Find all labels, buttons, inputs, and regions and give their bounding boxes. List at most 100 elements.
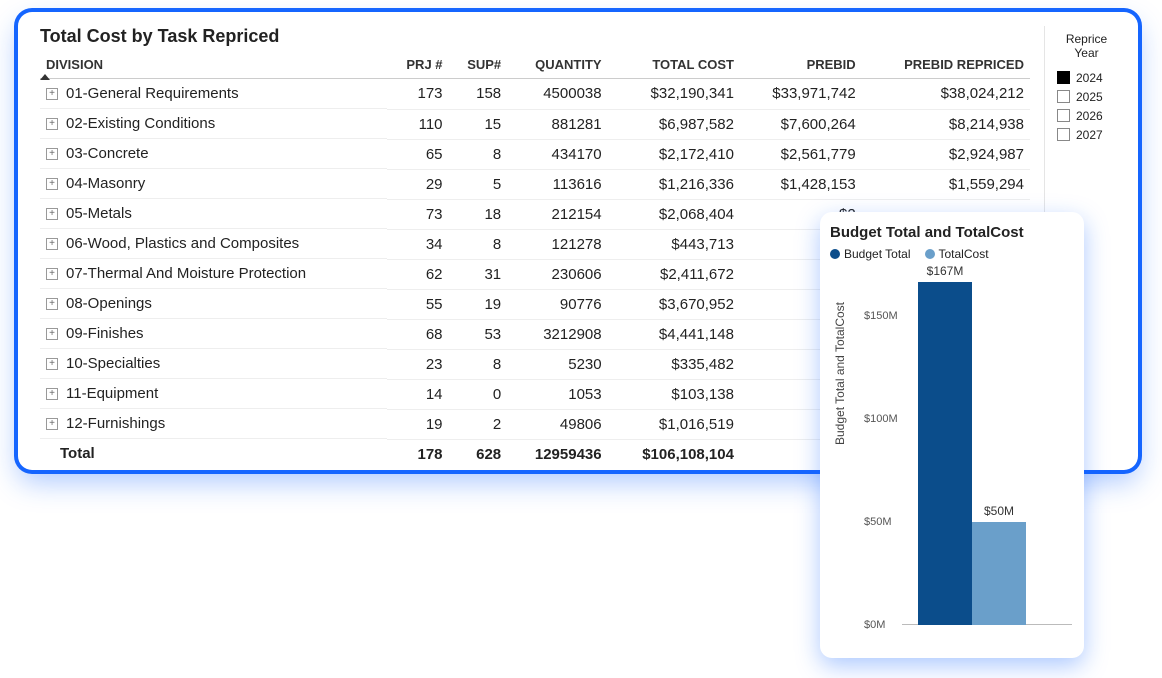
cell-prebid-repriced: $2,924,987	[862, 139, 1030, 169]
cell-prj: 173	[387, 79, 448, 110]
panel-title: Total Cost by Task Repriced	[40, 26, 1030, 47]
cell-prebid-repriced: $1,559,294	[862, 169, 1030, 199]
table-header-row: DIVISION PRJ # SUP# QUANTITY TOTAL COST …	[40, 53, 1030, 79]
cell-sup: 2	[449, 409, 508, 439]
cell-quantity: 1053	[507, 379, 607, 409]
checkbox-icon	[1057, 90, 1070, 103]
cell-sup: 0	[449, 379, 508, 409]
bar-label: $167M	[927, 264, 964, 278]
bar-budget-total[interactable]: $167M	[918, 282, 972, 625]
year-label: 2024	[1076, 71, 1103, 85]
year-label: 2025	[1076, 90, 1103, 104]
cell-quantity: 121278	[507, 229, 607, 259]
y-axis-label: Budget Total and TotalCost	[833, 302, 847, 445]
expand-icon[interactable]: +	[46, 178, 58, 190]
cell-total-cost: $2,172,410	[608, 139, 740, 169]
cell-quantity: 881281	[507, 109, 607, 139]
division-label: 02-Existing Conditions	[66, 115, 215, 132]
bar-label: $50M	[984, 504, 1014, 518]
reprice-year-option[interactable]: 2027	[1057, 128, 1116, 142]
bars-group: $167M $50M	[918, 265, 1026, 625]
cell-quantity: 212154	[507, 199, 607, 229]
cell-prebid: $7,600,264	[740, 109, 862, 139]
col-division[interactable]: DIVISION	[40, 53, 387, 79]
division-label: 06-Wood, Plastics and Composites	[66, 235, 299, 252]
reprice-year-option[interactable]: 2025	[1057, 90, 1116, 104]
cell-prj: 73	[387, 199, 448, 229]
y-tick: $150M	[864, 310, 898, 322]
expand-icon[interactable]: +	[46, 238, 58, 250]
cell-prebid-repriced: $38,024,212	[862, 79, 1030, 110]
expand-icon[interactable]: +	[46, 418, 58, 430]
division-label: 10-Specialties	[66, 355, 160, 372]
cell-prj: 14	[387, 379, 448, 409]
reprice-year-option[interactable]: 2026	[1057, 109, 1116, 123]
cell-quantity: 90776	[507, 289, 607, 319]
expand-icon[interactable]: +	[46, 148, 58, 160]
table-row[interactable]: +04-Masonry295113616$1,216,336$1,428,153…	[40, 169, 1030, 199]
cell-prj: 68	[387, 319, 448, 349]
bar-totalcost[interactable]: $50M	[972, 522, 1026, 625]
y-tick: $50M	[864, 516, 892, 528]
expand-icon[interactable]: +	[46, 268, 58, 280]
total-total-cost: $106,108,104	[608, 439, 740, 469]
division-label: 08-Openings	[66, 295, 152, 312]
cell-quantity: 49806	[507, 409, 607, 439]
division-label: 05-Metals	[66, 205, 132, 222]
cell-total-cost: $32,190,341	[608, 79, 740, 110]
y-tick: $100M	[864, 413, 898, 425]
cell-quantity: 434170	[507, 139, 607, 169]
chart-legend: Budget Total TotalCost	[830, 247, 1074, 261]
cell-sup: 5	[449, 169, 508, 199]
cell-total-cost: $103,138	[608, 379, 740, 409]
year-label: 2027	[1076, 128, 1103, 142]
cell-total-cost: $1,016,519	[608, 409, 740, 439]
cell-total-cost: $335,482	[608, 349, 740, 379]
checkbox-icon	[1057, 71, 1070, 84]
expand-icon[interactable]: +	[46, 328, 58, 340]
division-label: 03-Concrete	[66, 145, 149, 162]
reprice-year-header: Reprice Year	[1057, 32, 1116, 61]
expand-icon[interactable]: +	[46, 208, 58, 220]
total-sup: 628	[449, 439, 508, 469]
table-row[interactable]: +03-Concrete658434170$2,172,410$2,561,77…	[40, 139, 1030, 169]
division-label: 01-General Requirements	[66, 85, 239, 102]
expand-icon[interactable]: +	[46, 88, 58, 100]
cell-total-cost: $3,670,952	[608, 289, 740, 319]
col-quantity[interactable]: QUANTITY	[507, 53, 607, 79]
cell-prebid: $1,428,153	[740, 169, 862, 199]
reprice-year-option[interactable]: 2024	[1057, 71, 1116, 85]
cell-prj: 55	[387, 289, 448, 319]
chart-card: Budget Total and TotalCost Budget Total …	[820, 212, 1084, 658]
col-prj[interactable]: PRJ #	[387, 53, 448, 79]
cell-sup: 8	[449, 139, 508, 169]
legend-budget-total[interactable]: Budget Total	[830, 247, 911, 261]
cell-sup: 8	[449, 229, 508, 259]
table-row[interactable]: +01-General Requirements1731584500038$32…	[40, 79, 1030, 110]
table-row[interactable]: +02-Existing Conditions11015881281$6,987…	[40, 109, 1030, 139]
expand-icon[interactable]: +	[46, 298, 58, 310]
col-total-cost[interactable]: TOTAL COST	[608, 53, 740, 79]
cell-total-cost: $443,713	[608, 229, 740, 259]
cell-sup: 18	[449, 199, 508, 229]
total-prj: 178	[387, 439, 448, 469]
expand-icon[interactable]: +	[46, 388, 58, 400]
col-prebid[interactable]: PREBID	[740, 53, 862, 79]
cell-total-cost: $2,411,672	[608, 259, 740, 289]
cell-sup: 8	[449, 349, 508, 379]
cell-sup: 19	[449, 289, 508, 319]
cell-total-cost: $4,441,148	[608, 319, 740, 349]
cell-sup: 31	[449, 259, 508, 289]
cell-prebid: $33,971,742	[740, 79, 862, 110]
cell-prj: 19	[387, 409, 448, 439]
legend-totalcost[interactable]: TotalCost	[925, 247, 989, 261]
expand-icon[interactable]: +	[46, 358, 58, 370]
total-label: Total	[40, 439, 387, 468]
division-label: 12-Furnishings	[66, 415, 165, 432]
col-sup[interactable]: SUP#	[449, 53, 508, 79]
cell-total-cost: $2,068,404	[608, 199, 740, 229]
expand-icon[interactable]: +	[46, 118, 58, 130]
chart-plot: Budget Total and TotalCost $150M $100M $…	[848, 265, 1074, 625]
cell-total-cost: $6,987,582	[608, 109, 740, 139]
col-prebid-repriced[interactable]: PREBID REPRICED	[862, 53, 1030, 79]
